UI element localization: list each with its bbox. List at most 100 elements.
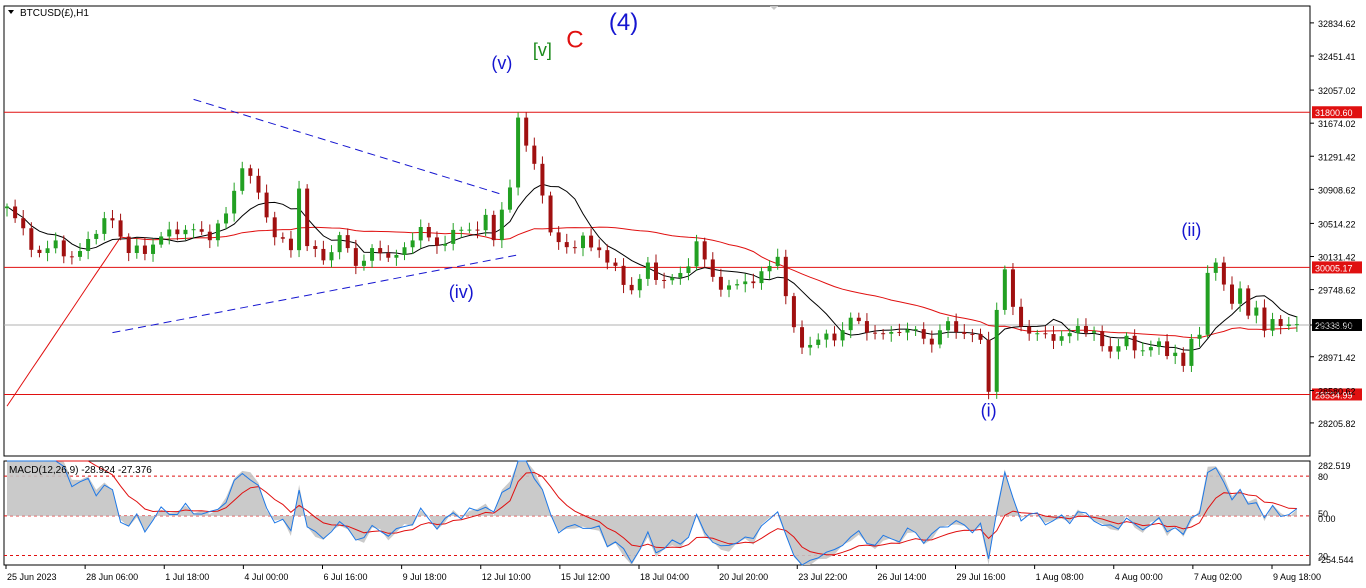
candle-body	[21, 218, 26, 229]
time-axis: 25 Jun 2023 28 Jun 06:00 1 Jul 18:00 4 Jul …	[5, 565, 1321, 582]
candle-body	[256, 175, 261, 193]
candle-body	[313, 246, 318, 249]
candle-body	[483, 214, 488, 231]
candle-body	[175, 229, 180, 235]
wave-label: (i)	[981, 401, 997, 421]
candle-body	[589, 235, 594, 248]
candle-body	[1286, 324, 1291, 327]
candle-body	[905, 329, 910, 333]
time-tick-label: 29 Jul 16:00	[957, 572, 1006, 582]
candle-body	[1019, 306, 1024, 327]
candle-body	[1002, 269, 1007, 310]
candle-body	[410, 240, 415, 248]
candle-body	[864, 321, 869, 333]
candle-body	[1254, 307, 1259, 316]
price-tick-label: 30908.62	[1318, 185, 1356, 195]
candle-body	[329, 252, 334, 261]
candle-body	[1238, 288, 1243, 304]
candle-body	[718, 276, 723, 290]
candle-body	[69, 256, 74, 258]
candle-body	[142, 245, 147, 254]
candle-body	[13, 206, 18, 219]
price-tick-label: 32451.41	[1318, 52, 1356, 62]
candle-body	[491, 214, 496, 241]
candle-body	[767, 265, 772, 272]
wave-label: (4)	[609, 9, 638, 36]
candle-body	[889, 332, 894, 334]
candle-body	[808, 344, 813, 348]
candle-body	[134, 245, 139, 254]
candle-body	[1035, 333, 1040, 335]
price-tick-label: 28580.62	[1318, 387, 1356, 397]
candle-body	[443, 243, 448, 246]
candle-body	[191, 229, 196, 231]
candle-body	[280, 237, 285, 239]
candle-body	[921, 329, 926, 339]
candle-body	[946, 321, 951, 331]
candle-body	[775, 256, 780, 266]
candle-body	[1165, 341, 1170, 357]
candle-body	[1189, 338, 1194, 366]
candle-body	[199, 229, 204, 232]
candle-body	[1221, 262, 1226, 285]
time-tick-label: 9 Aug 18:00	[1273, 572, 1321, 582]
candle-body	[159, 236, 164, 245]
candle-body	[1083, 326, 1088, 333]
candle-body	[232, 190, 237, 214]
candle-body	[727, 285, 732, 290]
candle-body	[1132, 335, 1137, 351]
candle-body	[929, 338, 934, 345]
candle-body	[151, 244, 156, 254]
candle-body	[572, 247, 577, 249]
wave-label: [v]	[533, 40, 552, 60]
candle-body	[78, 251, 83, 257]
time-tick-label: 1 Aug 08:00	[1036, 572, 1084, 582]
candle-body	[1108, 346, 1113, 352]
candle-body	[240, 168, 245, 191]
time-tick-label: 6 Jul 16:00	[324, 572, 368, 582]
candle-body	[1270, 319, 1275, 331]
price-tick-label: 31291.42	[1318, 152, 1356, 162]
candle-body	[167, 229, 172, 237]
candle-body	[654, 262, 658, 280]
candle-body	[45, 248, 50, 254]
candle-body	[29, 228, 34, 250]
candle-body	[1051, 334, 1056, 341]
candle-body	[759, 271, 764, 284]
candle-body	[580, 235, 585, 249]
time-tick-label: 1 Jul 18:00	[165, 572, 209, 582]
chart-canvas[interactable]: 31800.6030005.1728534.9929338.90 (v)[v] C…	[0, 0, 1366, 588]
candle-body	[532, 145, 537, 164]
candle-body	[126, 236, 131, 254]
candle-body	[1262, 307, 1267, 331]
candle-body	[110, 218, 115, 221]
candle-body	[637, 278, 642, 291]
candle-body	[118, 220, 123, 237]
candle-body	[1092, 331, 1097, 333]
candle-body	[37, 249, 42, 254]
price-tick-label: 29338.90	[1318, 321, 1356, 331]
candle-body	[937, 330, 942, 345]
candle-body	[678, 272, 683, 278]
candle-body	[856, 317, 861, 322]
price-tick-label: 28205.82	[1318, 419, 1356, 429]
candle-body	[702, 241, 707, 260]
candle-body	[61, 240, 66, 257]
candle-body	[670, 277, 675, 281]
candle-body	[1043, 333, 1048, 335]
price-tick-label: 31674.02	[1318, 119, 1356, 129]
time-tick-label: 15 Jul 12:00	[561, 572, 610, 582]
candle-body	[994, 309, 999, 392]
candle-body	[621, 265, 626, 285]
candle-body	[353, 248, 358, 266]
candle-body	[613, 262, 618, 266]
candle-body	[1116, 346, 1121, 352]
candle-body	[881, 333, 886, 335]
candle-body	[102, 218, 107, 234]
symbol-label: BTCUSD(£),H1	[20, 8, 89, 19]
price-level-label: 30005.17	[1315, 263, 1353, 273]
candle-body	[402, 247, 407, 255]
candle-body	[394, 254, 399, 258]
candle-body	[986, 339, 991, 392]
time-tick-label: 23 Jul 22:00	[798, 572, 847, 582]
